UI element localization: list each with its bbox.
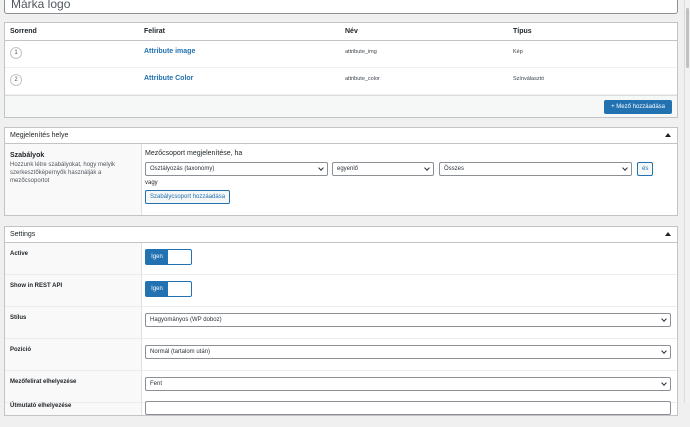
order-handle[interactable]: 2 (10, 74, 22, 86)
order-handle[interactable]: 1 (10, 47, 22, 59)
scrollbar-thumb[interactable] (686, 8, 689, 68)
header-type: Típus (513, 28, 532, 35)
header-label: Felirat (144, 28, 166, 35)
rule-operator-value: egyenlő (337, 166, 359, 172)
field-name: attribute_color (345, 76, 380, 82)
location-title: Megjelenítés helye (10, 132, 69, 139)
settings-postbox: Settings Active Igen Show in REST API Ig… (4, 226, 678, 416)
rule-param-select[interactable]: Osztályozás (taxonomy) (145, 162, 328, 176)
rule-operator-select[interactable]: egyenlő (332, 162, 434, 176)
fields-table: Sorrend Felirat Név Típus 1 Attribute im… (4, 22, 678, 118)
rules-label-cell: Szabályok Hozzunk létre szabályokat, hog… (5, 144, 142, 215)
instruction-placement-select[interactable] (145, 401, 671, 415)
instruction-placement-label: Útmutató elhelyezése (10, 403, 72, 409)
position-select[interactable]: Normál (tartalom után) (145, 345, 671, 359)
chevron-down-icon (424, 165, 430, 171)
fields-table-header: Sorrend Felirat Név Típus (5, 23, 677, 41)
add-field-button[interactable]: + Mező hozzáadása (604, 100, 672, 114)
field-type: Kép (513, 49, 523, 55)
title-input[interactable] (4, 0, 678, 14)
active-toggle-on: Igen (146, 250, 168, 264)
rest-api-toggle-on: Igen (146, 282, 168, 296)
label-placement-select[interactable]: Fent (145, 377, 671, 391)
rule-value-select[interactable]: Összes (439, 162, 632, 176)
rule-param-value: Osztályozás (taxonomy) (150, 166, 215, 172)
add-and-rule-button[interactable]: és (637, 162, 654, 176)
settings-title: Settings (10, 231, 36, 238)
rules-title: Szabályok (10, 152, 45, 159)
style-select[interactable]: Hagyományos (WP doboz) (145, 313, 671, 327)
rules-description: Hozzunk létre szabályokat, hogy melyik s… (10, 162, 116, 184)
setting-position: Pozíció Normál (tartalom után) (5, 339, 677, 371)
rules-cell: Mezőcsoport megjelenítése, ha Osztályozá… (145, 150, 677, 204)
rule-group-label: Mezőcsoport megjelenítése, ha (145, 150, 243, 157)
field-row[interactable]: 2 Attribute Color attribute_color Színvá… (5, 68, 677, 95)
setting-active: Active Igen (5, 243, 677, 275)
setting-rest-api: Show in REST API Igen (5, 275, 677, 307)
field-type: Színválasztó (513, 76, 545, 82)
collapse-arrow-icon[interactable] (665, 133, 671, 137)
setting-instruction-placement: Útmutató elhelyezése (5, 395, 677, 427)
chevron-down-icon (661, 348, 667, 354)
position-label: Pozíció (10, 347, 32, 353)
or-label: vagy (145, 180, 158, 186)
rest-api-label: Show in REST API (10, 283, 63, 289)
fields-footer: + Mező hozzáadása (5, 95, 677, 117)
field-name: attribute_img (345, 49, 377, 55)
header-name: Név (345, 28, 358, 35)
active-toggle[interactable]: Igen (145, 249, 192, 265)
chevron-down-icon (661, 316, 667, 322)
field-label-link[interactable]: Attribute Color (144, 72, 193, 86)
style-value: Hagyományos (WP doboz) (150, 317, 222, 323)
header-order: Sorrend (10, 28, 37, 35)
label-placement-value: Fent (150, 381, 163, 387)
setting-style: Stílus Hagyományos (WP doboz) (5, 307, 677, 339)
active-label: Active (10, 251, 29, 257)
rule-value-value: Összes (444, 166, 465, 172)
rest-api-toggle[interactable]: Igen (145, 281, 192, 297)
chevron-down-icon (622, 165, 628, 171)
settings-header[interactable]: Settings (5, 227, 677, 243)
collapse-arrow-icon[interactable] (665, 232, 671, 236)
style-label: Stílus (10, 315, 27, 321)
location-header[interactable]: Megjelenítés helye (5, 128, 677, 144)
location-postbox: Megjelenítés helye Szabályok Hozzunk lét… (4, 127, 678, 216)
label-placement-label: Mezőfelirat elhelyezése (10, 379, 77, 385)
chevron-down-icon (318, 165, 324, 171)
position-value: Normál (tartalom után) (150, 349, 211, 355)
field-row[interactable]: 1 Attribute image attribute_img Kép (5, 41, 677, 68)
page-scrollbar[interactable] (684, 0, 690, 403)
add-rule-group-button[interactable]: Szabálycsoport hozzáadása (145, 190, 231, 204)
field-label-link[interactable]: Attribute image (144, 45, 195, 59)
chevron-down-icon (661, 380, 667, 386)
